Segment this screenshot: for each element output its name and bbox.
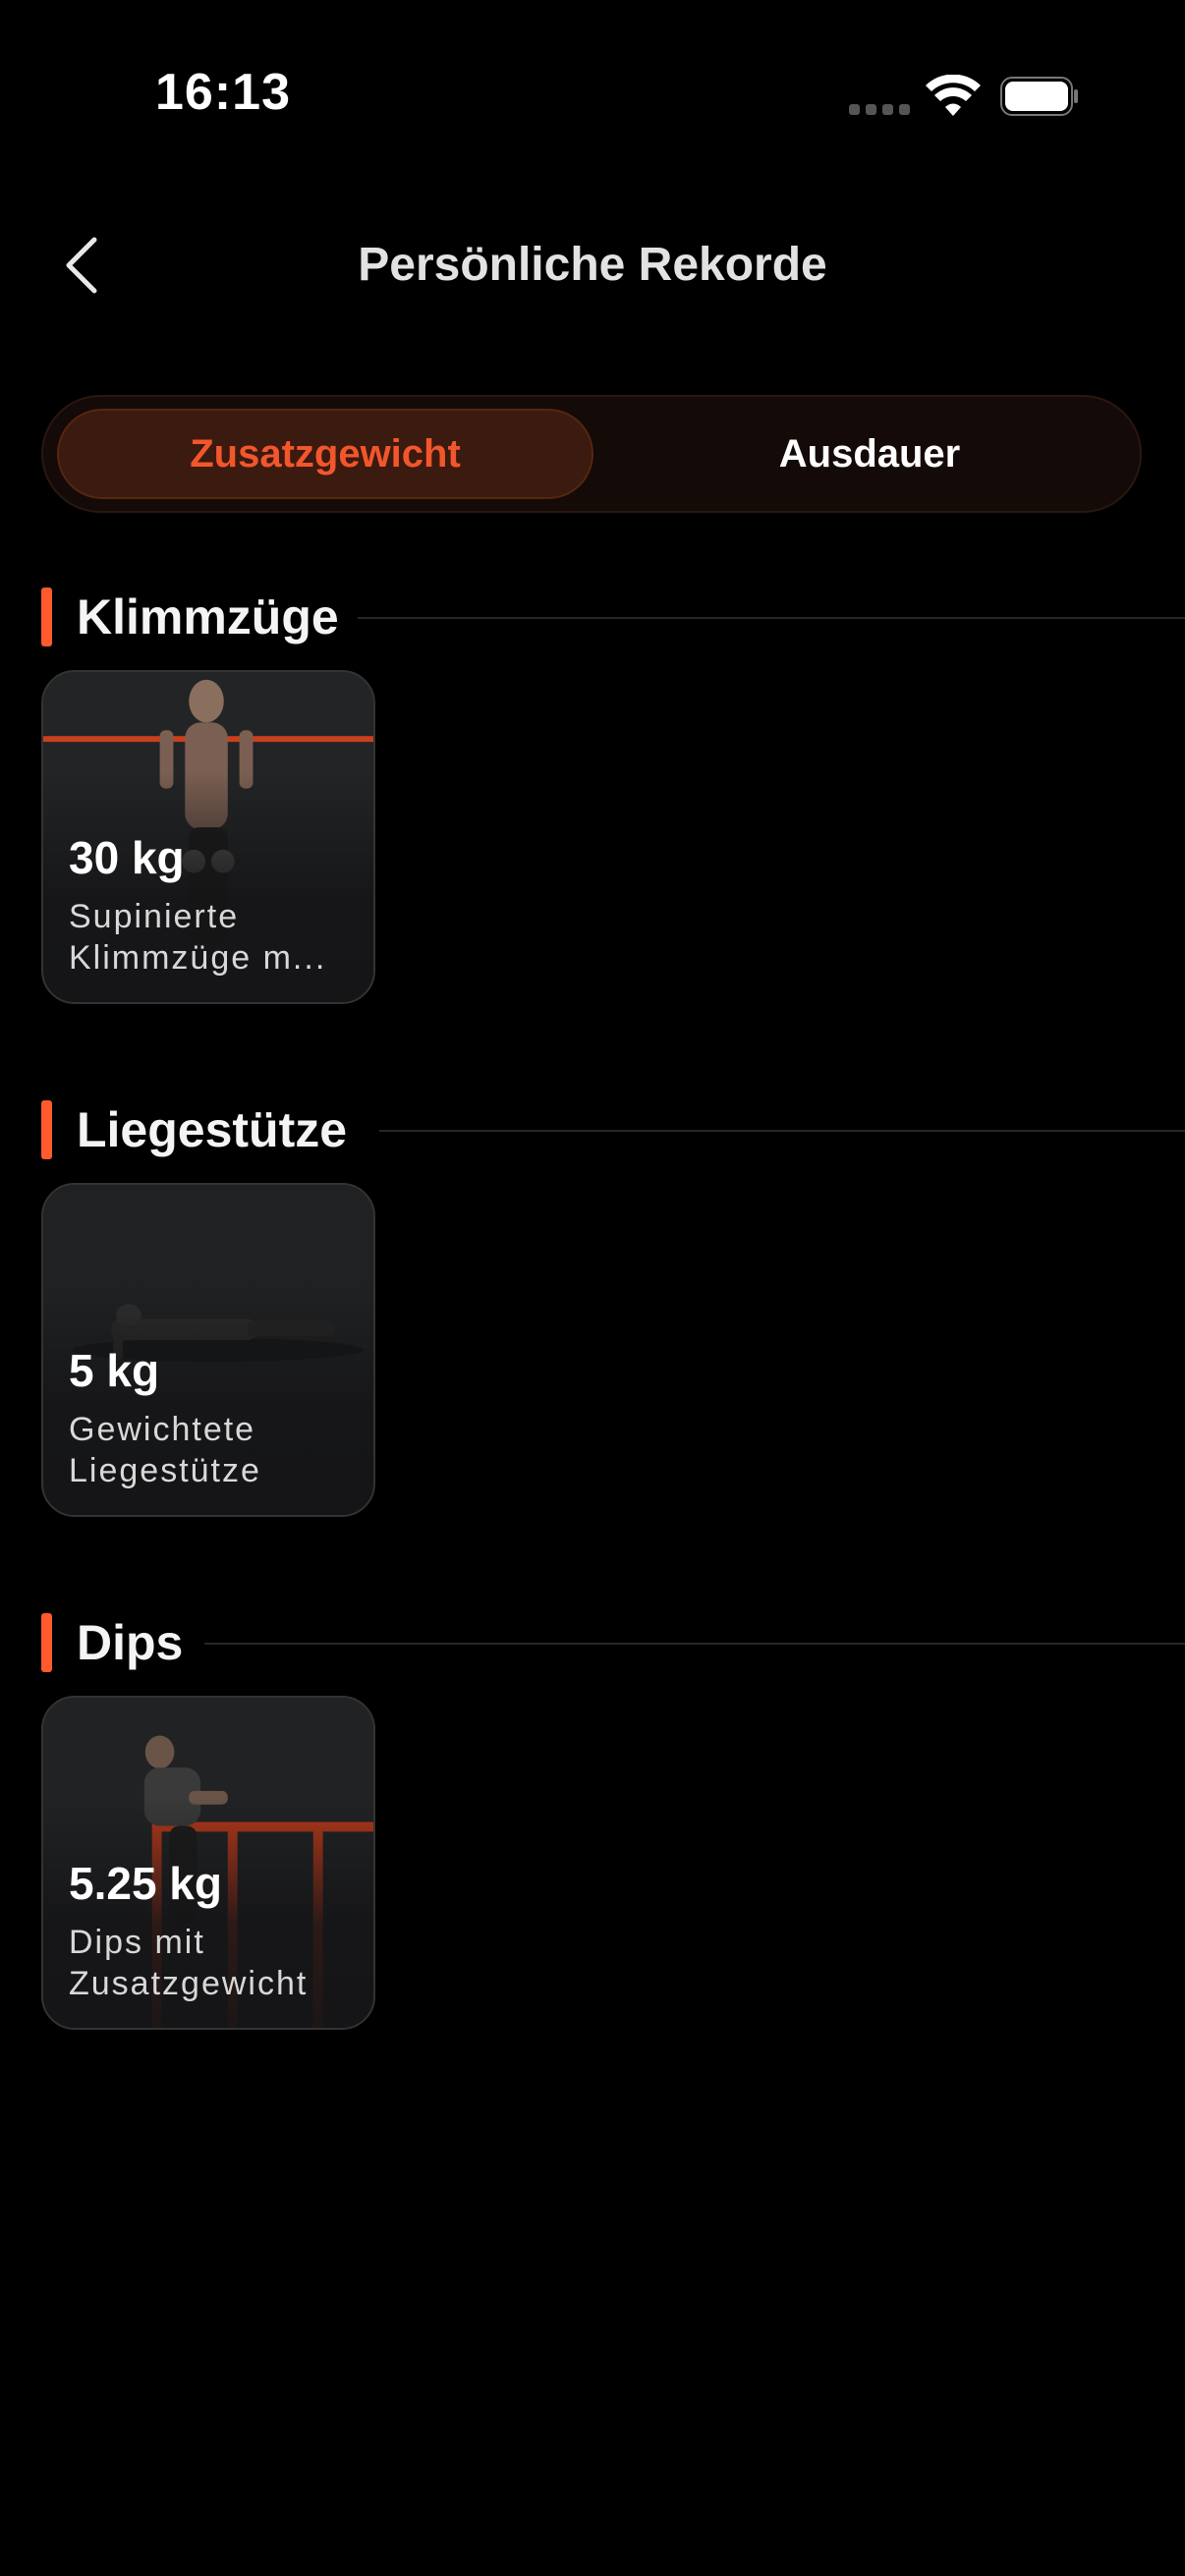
section-divider xyxy=(204,1643,1185,1645)
section-accent-bar xyxy=(41,588,52,646)
status-time: 16:13 xyxy=(155,64,291,121)
exercise-name-line1: Gewichtete xyxy=(69,1411,256,1448)
page-title: Persönliche Rekorde xyxy=(358,239,827,291)
exercise-name: Dips mit Zusatzgewicht xyxy=(69,1922,364,2004)
status-bar: 16:13 xyxy=(0,0,1185,196)
tab-ausdauer[interactable]: Ausdauer xyxy=(609,409,1130,499)
section-title: Liegestütze xyxy=(77,1102,348,1157)
exercise-name: Gewichtete Liegestütze xyxy=(69,1409,364,1491)
record-weight: 5.25 kg xyxy=(69,1858,222,1909)
section-divider xyxy=(358,617,1185,619)
segmented-control: Zusatzgewicht Ausdauer xyxy=(41,395,1142,513)
section-header-dips: Dips xyxy=(41,1613,1185,1672)
cellular-signal-icon xyxy=(849,104,910,115)
record-card-dips[interactable]: 5.25 kg Dips mit Zusatzgewicht xyxy=(41,1696,375,2030)
section-divider xyxy=(379,1130,1185,1132)
exercise-name-line2: Liegestütze xyxy=(69,1452,261,1489)
exercise-name-line1: Dips mit xyxy=(69,1924,205,1961)
record-card-liegestuetze[interactable]: 5 kg Gewichtete Liegestütze xyxy=(41,1183,375,1517)
exercise-name-line2: Zusatzgewicht xyxy=(69,1965,309,2002)
exercise-name-line1: Supinierte xyxy=(69,898,240,935)
section-title: Dips xyxy=(77,1615,184,1670)
record-weight: 5 kg xyxy=(69,1345,160,1396)
record-weight: 30 kg xyxy=(69,832,185,883)
battery-icon xyxy=(1000,77,1078,116)
section-header-liegestuetze: Liegestütze xyxy=(41,1100,1185,1159)
wifi-icon xyxy=(926,75,981,116)
exercise-name-line2: Klimmzüge m... xyxy=(69,939,327,977)
tab-zusatzgewicht[interactable]: Zusatzgewicht xyxy=(57,409,593,499)
exercise-name: Supinierte Klimmzüge m... xyxy=(69,896,364,979)
record-card-klimmzuege[interactable]: 30 kg Supinierte Klimmzüge m... xyxy=(41,670,375,1004)
section-accent-bar xyxy=(41,1100,52,1159)
section-header-klimmzuege: Klimmzüge xyxy=(41,588,1185,646)
section-accent-bar xyxy=(41,1613,52,1672)
section-title: Klimmzüge xyxy=(77,589,339,644)
